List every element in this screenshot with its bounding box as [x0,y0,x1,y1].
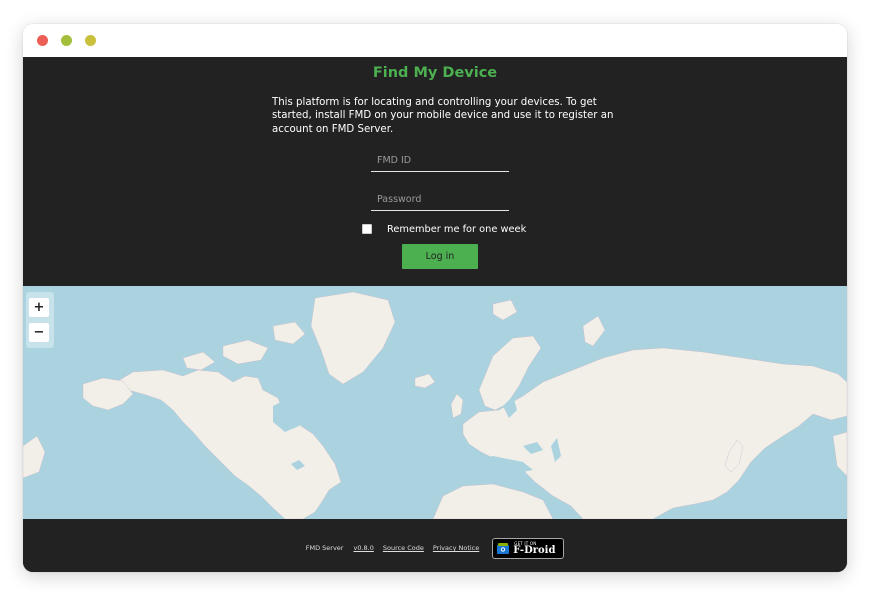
login-button[interactable]: Log in [402,244,478,269]
page-title: Find My Device [372,65,498,81]
remember-me-label: Remember me for one week [387,223,527,235]
world-map[interactable]: + − [23,286,847,519]
page-content: Find My Device This platform is for loca… [23,57,847,572]
zoom-in-button[interactable]: + [29,298,49,317]
zoom-control: + − [26,292,54,348]
zoom-out-button[interactable]: − [29,323,49,342]
window-maximize-button[interactable] [85,35,96,46]
fdroid-logo-icon [497,542,510,554]
intro-text: This platform is for locating and contro… [272,97,614,135]
footer-app-name: FMD Server [305,544,344,552]
window-minimize-button[interactable] [61,35,72,46]
remember-me-row[interactable]: Remember me for one week [362,222,526,236]
window-titlebar [23,24,847,57]
page-footer: FMD Server v0.8.0 Source Code Privacy No… [23,519,847,572]
login-panel: Find My Device This platform is for loca… [23,57,847,286]
password-input[interactable] [371,189,509,211]
fmd-id-input[interactable] [371,150,509,172]
footer-links: FMD Server v0.8.0 Source Code Privacy No… [23,537,847,559]
privacy-notice-link[interactable]: Privacy Notice [433,544,479,552]
browser-window: Find My Device This platform is for loca… [23,24,847,572]
version-link[interactable]: v0.8.0 [353,544,373,552]
map-tiles[interactable] [23,286,847,519]
fdroid-badge[interactable]: GET IT ON F-Droid [492,537,565,559]
remember-me-checkbox[interactable] [362,224,372,234]
badge-fdroid-text: F-Droid [513,544,556,556]
window-close-button[interactable] [37,35,48,46]
source-code-link[interactable]: Source Code [383,544,424,552]
